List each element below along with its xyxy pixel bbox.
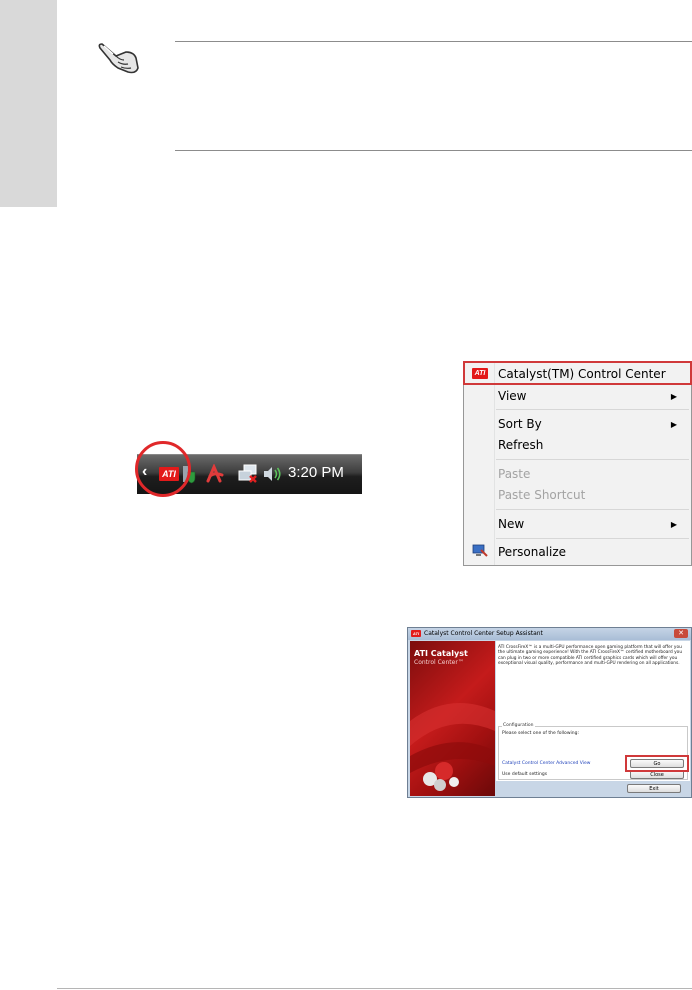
menu-item-new[interactable]: New ▶ — [498, 517, 684, 531]
submenu-arrow-icon: ▶ — [670, 392, 677, 401]
crossfirex-description: ATI CrossFireX™ is a multi-GPU performan… — [498, 645, 683, 667]
menu-item-paste[interactable]: Paste — [498, 467, 530, 481]
menu-item-new-label: New — [498, 517, 525, 531]
menu-icon-gutter — [494, 362, 495, 565]
window-title: Catalyst Control Center Setup Assistant — [424, 630, 543, 637]
menu-separator — [496, 409, 689, 410]
margin-tab — [0, 0, 57, 207]
note-hand-icon — [96, 38, 144, 78]
banner-title: ATI Catalyst — [414, 649, 468, 658]
catalyst-item-highlight — [463, 361, 692, 385]
menu-item-view-label: View — [498, 389, 527, 403]
note-bottom-rule — [175, 150, 692, 151]
page-footer-rule — [57, 988, 692, 989]
submenu-arrow-icon: ▶ — [670, 520, 677, 529]
menu-separator — [496, 538, 689, 539]
personalize-icon — [472, 544, 488, 563]
menu-item-personalize[interactable]: Personalize — [498, 545, 566, 559]
volume-icon[interactable] — [261, 464, 283, 489]
window-titlebar[interactable]: ATI Catalyst Control Center Setup Assist… — [408, 628, 691, 640]
menu-separator — [496, 459, 689, 460]
configuration-label: Configuration — [502, 723, 535, 728]
clock-time[interactable]: 3:20 PM — [288, 464, 344, 481]
menu-separator — [496, 509, 689, 510]
default-settings-option[interactable]: Use default settings — [502, 772, 547, 777]
note-top-rule — [175, 41, 692, 42]
setup-assistant-window: ATI Catalyst Control Center Setup Assist… — [407, 627, 692, 798]
exit-button[interactable]: Exit — [627, 784, 681, 793]
antivirus-umbrella-icon[interactable] — [204, 463, 226, 489]
menu-item-sort-by[interactable]: Sort By ▶ — [498, 417, 684, 431]
ati-icon-highlight-circle — [135, 441, 191, 497]
config-prompt: Please select one of the following: — [502, 731, 579, 736]
menu-item-paste-shortcut[interactable]: Paste Shortcut — [498, 488, 585, 502]
submenu-arrow-icon: ▶ — [670, 420, 677, 429]
menu-item-refresh[interactable]: Refresh — [498, 438, 543, 452]
window-content: ATI CrossFireX™ is a multi-GPU performan… — [496, 641, 690, 781]
menu-item-sort-by-label: Sort By — [498, 417, 542, 431]
desktop-context-menu: ATI Catalyst(TM) Control Center View ▶ S… — [463, 361, 692, 566]
ati-window-icon: ATI — [411, 630, 421, 637]
menu-item-view[interactable]: View ▶ — [498, 389, 684, 403]
window-close-button[interactable]: ✕ — [674, 629, 688, 638]
configuration-group: Configuration Please select one of the f… — [498, 723, 689, 780]
banner-swoosh-graphic — [410, 703, 495, 791]
go-button-highlight — [625, 755, 689, 772]
advanced-view-option[interactable]: Catalyst Control Center Advanced View — [502, 761, 590, 766]
catalyst-banner: ATI Catalyst Control Center™ — [410, 641, 495, 796]
network-disconnected-icon[interactable] — [237, 463, 259, 490]
